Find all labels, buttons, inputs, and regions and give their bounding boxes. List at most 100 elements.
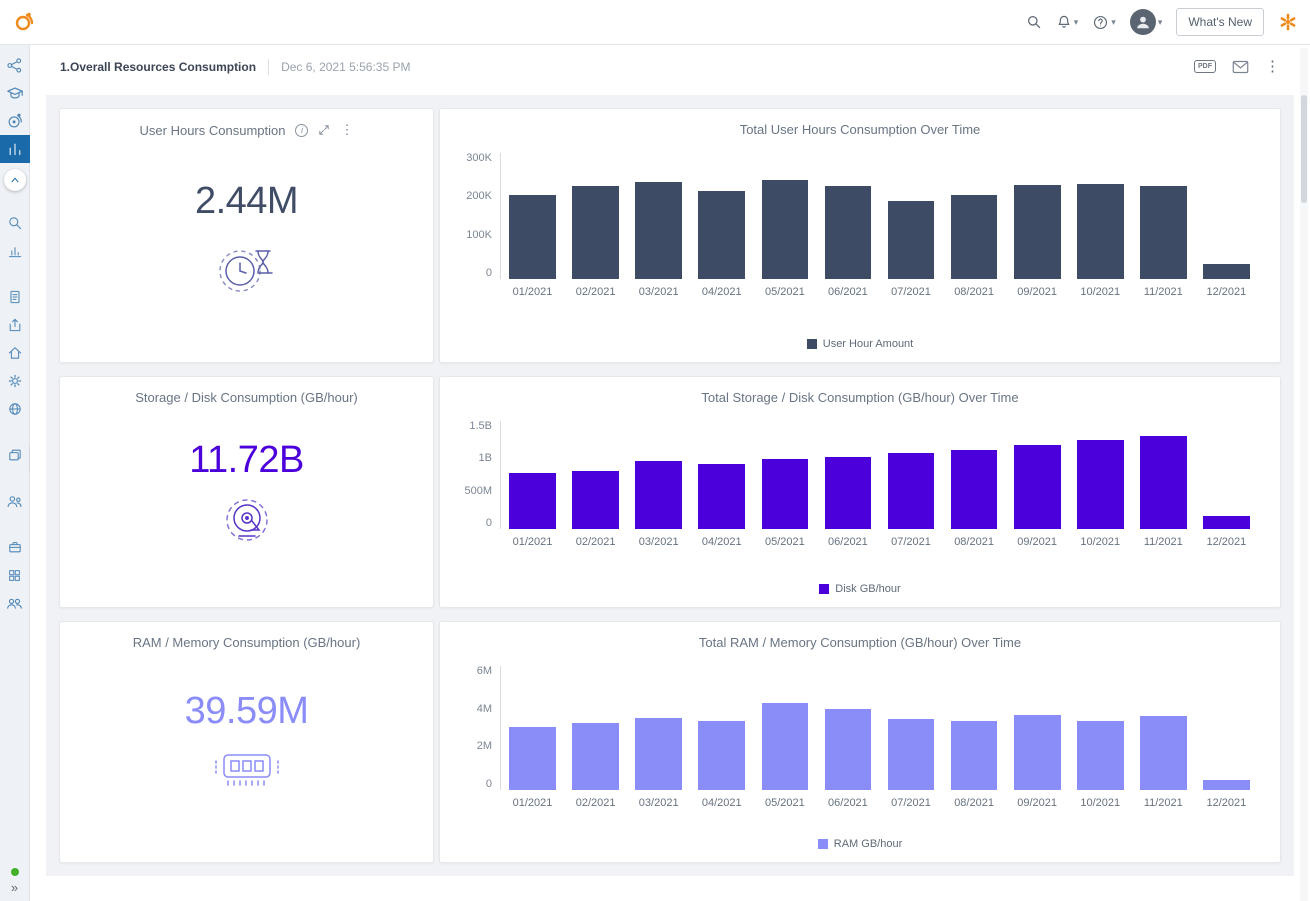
bar-column: 01/2021 — [501, 421, 564, 529]
expand-sidebar-icon[interactable]: » — [11, 880, 18, 895]
export-pdf-button[interactable]: PDF — [1194, 60, 1216, 73]
x-tick-label: 06/2021 — [828, 797, 868, 809]
collapse-up-button[interactable] — [4, 169, 26, 191]
dashboard-menu-kebab-icon[interactable]: ⋮ — [1265, 59, 1280, 74]
bar[interactable] — [635, 718, 682, 790]
bar[interactable] — [1077, 440, 1124, 529]
search-icon[interactable] — [1026, 14, 1042, 30]
x-tick-label: 12/2021 — [1207, 797, 1247, 809]
widget-kpi-user-hours: User Hours Consumption i ⋮ 2.44M — [59, 108, 434, 363]
sidebar-item-usage-chart-icon[interactable] — [0, 237, 30, 265]
sidebar-item-settings-gear-icon[interactable] — [0, 367, 30, 395]
expand-widget-icon[interactable] — [318, 124, 330, 136]
bar[interactable] — [825, 457, 872, 529]
sidebar-item-export-icon[interactable] — [0, 311, 30, 339]
bar[interactable] — [572, 186, 619, 279]
x-tick-label: 10/2021 — [1080, 536, 1120, 548]
bar[interactable] — [762, 703, 809, 790]
x-tick-label: 04/2021 — [702, 797, 742, 809]
bar[interactable] — [951, 721, 998, 790]
x-tick-label: 05/2021 — [765, 536, 805, 548]
bar[interactable] — [1077, 184, 1124, 279]
y-tick-label: 200K — [466, 191, 492, 202]
kpi-value: 11.72B — [189, 439, 304, 482]
bar[interactable] — [762, 459, 809, 529]
sidebar-item-user-management-icon[interactable] — [0, 487, 30, 515]
bar[interactable] — [1203, 780, 1250, 790]
sidebar-item-academy-icon[interactable] — [0, 79, 30, 107]
bar-column: 04/2021 — [690, 666, 753, 790]
bar[interactable] — [1014, 715, 1061, 790]
bar[interactable] — [1140, 436, 1187, 529]
bar[interactable] — [888, 201, 935, 279]
bar[interactable] — [1203, 264, 1250, 279]
bar[interactable] — [951, 450, 998, 529]
bar[interactable] — [1077, 721, 1124, 790]
bar[interactable] — [1014, 445, 1061, 529]
help-icon[interactable]: ▾ — [1092, 14, 1116, 31]
brand-flower-icon[interactable] — [1278, 12, 1298, 32]
legend-swatch — [807, 339, 817, 349]
whats-new-button[interactable]: What's New — [1176, 8, 1264, 36]
y-tick-label: 0 — [486, 518, 492, 529]
app-logo[interactable] — [12, 10, 36, 34]
sidebar-item-analytics-active[interactable] — [0, 135, 30, 163]
bar[interactable] — [1140, 716, 1187, 790]
sidebar-item-home-icon[interactable] — [0, 339, 30, 367]
dashboard-header: 1.Overall Resources Consumption Dec 6, 2… — [30, 45, 1310, 88]
sidebar-item-groups-icon[interactable] — [0, 589, 30, 617]
widget-title: RAM / Memory Consumption (GB/hour) — [133, 635, 361, 650]
sidebar-item-search-icon[interactable] — [0, 209, 30, 237]
scrollbar-thumb[interactable] — [1301, 95, 1307, 203]
bar[interactable] — [509, 727, 556, 790]
sidebar-item-pulse-icon[interactable] — [0, 107, 30, 135]
sidebar-item-data-folders-icon[interactable] — [0, 441, 30, 469]
bar[interactable] — [825, 186, 872, 279]
bar[interactable] — [1203, 516, 1250, 529]
x-tick-label: 08/2021 — [954, 797, 994, 809]
sidebar-item-apps-grid-icon[interactable] — [0, 561, 30, 589]
bar-column: 06/2021 — [816, 421, 879, 529]
bar[interactable] — [509, 473, 556, 529]
bar-column: 11/2021 — [1132, 421, 1195, 529]
sidebar-item-report-icon[interactable] — [0, 283, 30, 311]
chart-title: Total Storage / Disk Consumption (GB/hou… — [701, 390, 1018, 405]
bar[interactable] — [572, 471, 619, 529]
bar[interactable] — [951, 195, 998, 279]
bar[interactable] — [888, 719, 935, 790]
bar[interactable] — [635, 182, 682, 279]
bar[interactable] — [698, 721, 745, 790]
bar-column: 06/2021 — [816, 153, 879, 279]
sidebar-item-admin-briefcase-icon[interactable] — [0, 533, 30, 561]
info-icon[interactable]: i — [295, 124, 308, 137]
x-tick-label: 05/2021 — [765, 797, 805, 809]
bar[interactable] — [1014, 185, 1061, 279]
bar[interactable] — [825, 709, 872, 790]
bar[interactable] — [635, 461, 682, 529]
sidebar-item-share-icon[interactable] — [0, 51, 30, 79]
bar[interactable] — [698, 191, 745, 279]
x-tick-label: 06/2021 — [828, 286, 868, 298]
top-bar: ▾ ▾ ▾ What's New — [0, 0, 1310, 45]
bar-column: 03/2021 — [627, 666, 690, 790]
bar[interactable] — [1140, 186, 1187, 279]
bar[interactable] — [509, 195, 556, 279]
user-menu[interactable]: ▾ — [1130, 9, 1163, 35]
legend-swatch — [819, 584, 829, 594]
sidebar-item-web-globe-icon[interactable] — [0, 395, 30, 423]
bar[interactable] — [698, 464, 745, 529]
bar[interactable] — [762, 180, 809, 279]
bar-column: 09/2021 — [1006, 666, 1069, 790]
y-axis: 300K200K100K0 — [454, 153, 500, 279]
notifications-bell-icon[interactable]: ▾ — [1056, 14, 1079, 30]
bar[interactable] — [572, 723, 619, 790]
kpi-value: 39.59M — [185, 690, 309, 733]
legend-label: RAM GB/hour — [834, 838, 902, 850]
widget-menu-kebab-icon[interactable]: ⋮ — [340, 122, 353, 138]
email-icon[interactable] — [1232, 60, 1249, 74]
bar-column: 07/2021 — [879, 666, 942, 790]
bar-column: 08/2021 — [943, 153, 1006, 279]
bar-column: 02/2021 — [564, 153, 627, 279]
x-tick-label: 02/2021 — [576, 286, 616, 298]
bar[interactable] — [888, 453, 935, 529]
